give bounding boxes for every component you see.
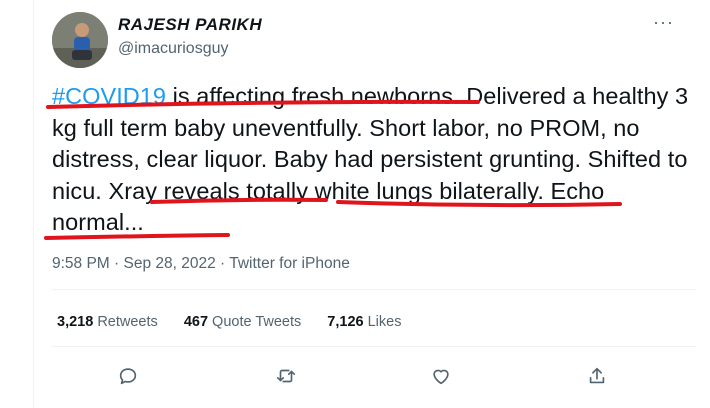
likes-stat[interactable]: 7,126 Likes [327, 314, 401, 330]
share-icon[interactable] [583, 362, 611, 390]
quotes-stat[interactable]: 467 Quote Tweets [184, 314, 301, 330]
like-icon[interactable] [427, 362, 455, 390]
tweet-text: #COVID19 is affecting fresh newborns. De… [52, 81, 702, 239]
avatar[interactable] [52, 12, 108, 68]
action-bar [0, 362, 710, 392]
divider [52, 289, 696, 290]
quotes-count: 467 [183, 314, 209, 330]
likes-label: Likes [367, 314, 402, 330]
divider [52, 346, 696, 347]
retweets-label: Retweets [97, 314, 158, 330]
retweets-count: 3,218 [57, 314, 94, 330]
likes-count: 7,126 [327, 314, 364, 330]
tweet-stats: 3,218 Retweets 467 Quote Tweets 7,126 Li… [57, 314, 423, 330]
reply-icon[interactable] [114, 362, 142, 390]
more-options-icon[interactable]: ··· [653, 12, 674, 33]
tweet-timestamp[interactable]: 9:58 PM · Sep 28, 2022 · Twitter for iPh… [52, 255, 350, 273]
author-name[interactable]: RAJESH PARIKH [118, 15, 262, 35]
hashtag-link[interactable]: #COVID19 [52, 83, 166, 109]
retweets-stat[interactable]: 3,218 Retweets [57, 314, 158, 330]
quotes-label: Quote Tweets [212, 314, 302, 330]
retweet-icon[interactable] [272, 362, 300, 390]
author-handle[interactable]: @imacuriosguy [118, 40, 229, 58]
